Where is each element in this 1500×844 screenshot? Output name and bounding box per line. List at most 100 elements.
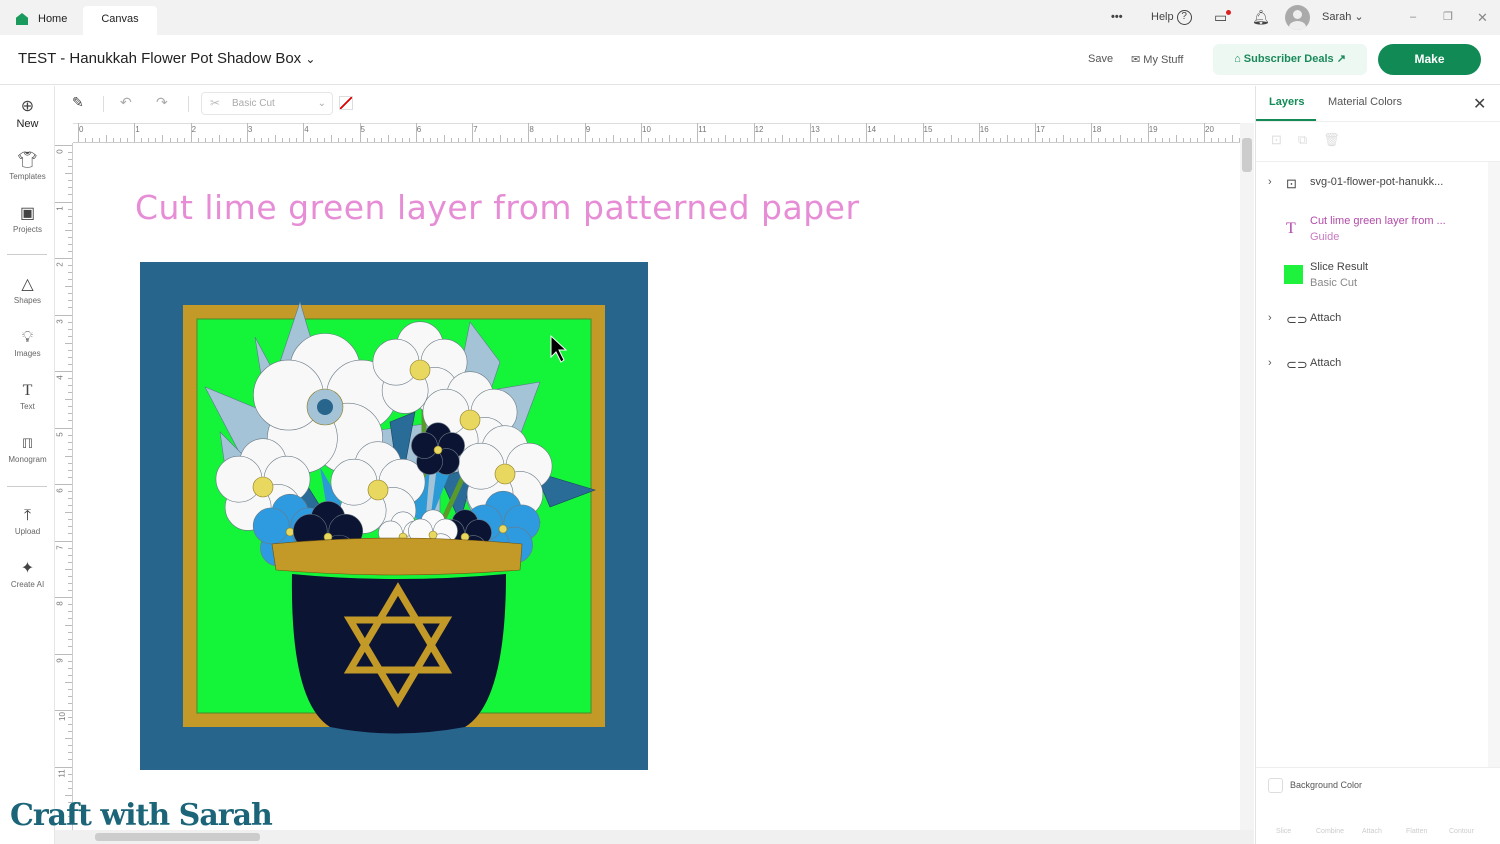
- sidebar-item-upload[interactable]: ⤒ Upload: [0, 507, 55, 536]
- ruler-tick: [134, 123, 136, 142]
- avatar[interactable]: [1285, 5, 1310, 30]
- ruler-tick: [65, 399, 72, 401]
- project-header: TEST - Hanukkah Flower Pot Shadow Box ⌄ …: [0, 35, 1500, 85]
- bottom-actions: Slice Combine Attach Flatten Contour: [1256, 804, 1500, 844]
- layer-guide-text[interactable]: T Cut lime green layer from ... Guide: [1256, 215, 1486, 247]
- chevron-right-icon[interactable]: ›: [1268, 357, 1272, 369]
- more-menu-button[interactable]: •••: [1111, 0, 1123, 35]
- ruler-tick: [68, 392, 72, 394]
- guide-text[interactable]: Cut lime green layer from patterned pape…: [135, 188, 860, 227]
- pot-body: [291, 574, 506, 734]
- ruler-tick: [68, 526, 72, 528]
- layer-attach[interactable]: › ⊂⊃ Attach: [1256, 357, 1486, 377]
- delete-icon[interactable]: 🗑︎: [1323, 132, 1356, 147]
- ruler-tick: [68, 759, 72, 761]
- group-icon[interactable]: ⊡: [1271, 132, 1298, 147]
- ruler-tick: [676, 138, 678, 142]
- my-stuff-button[interactable]: ✉ My Stuff: [1131, 53, 1183, 66]
- ruler-label: 3: [55, 318, 65, 324]
- ruler-tick: [584, 123, 586, 142]
- ruler-tick: [68, 180, 72, 182]
- project-title-dropdown[interactable]: TEST - Hanukkah Flower Pot Shadow Box ⌄: [18, 50, 315, 67]
- ruler-tick: [451, 138, 452, 142]
- sidebar-item-new[interactable]: ⊕ New: [0, 98, 55, 130]
- ruler-tick: [1161, 138, 1163, 142]
- ruler-tick: [866, 123, 868, 142]
- redo-icon[interactable]: ↷: [156, 94, 168, 111]
- flatten-button[interactable]: Flatten: [1406, 828, 1427, 835]
- ruler-tick: [68, 293, 72, 295]
- restore-button[interactable]: ❐: [1443, 0, 1453, 35]
- minimize-button[interactable]: –: [1410, 0, 1416, 35]
- slice-button[interactable]: Slice: [1276, 828, 1291, 835]
- craft-with-sarah-logo: Craft with Sarah: [10, 798, 273, 833]
- ruler-tick: [845, 138, 847, 142]
- sidebar-item-monogram[interactable]: ℿ Monogram: [0, 435, 55, 464]
- ruler-tick: [486, 138, 488, 142]
- duplicate-icon[interactable]: ⧉: [1298, 132, 1323, 147]
- scroll-thumb[interactable]: [1242, 138, 1252, 172]
- user-menu[interactable]: Sarah ⌄: [1322, 0, 1364, 35]
- ruler-tick: [55, 710, 72, 711]
- pencil-icon[interactable]: ✎: [72, 94, 84, 111]
- layer-group[interactable]: › ⊡ svg-01-flower-pot-hanukk...: [1256, 176, 1486, 196]
- ruler-tick: [619, 138, 621, 142]
- ruler-tick: [809, 123, 811, 142]
- sidebar-item-projects[interactable]: ▣ Projects: [0, 205, 55, 234]
- chevron-right-icon[interactable]: ›: [1268, 312, 1272, 324]
- tab-home[interactable]: Home: [12, 6, 67, 35]
- shadow-box-artwork[interactable]: [140, 262, 648, 770]
- bell-icon[interactable]: 🔔︎: [1252, 0, 1270, 35]
- ruler-tick: [68, 618, 72, 620]
- ruler-tick: [697, 123, 699, 142]
- undo-icon[interactable]: ↶: [120, 94, 132, 111]
- sidebar-label: Templates: [9, 172, 46, 181]
- ruler-tick: [68, 194, 72, 196]
- machine-icon[interactable]: ▭: [1214, 0, 1231, 35]
- chevron-down-icon: ⌄: [1354, 11, 1364, 23]
- close-window-button[interactable]: ✕: [1477, 0, 1488, 35]
- tab-layers[interactable]: Layers: [1269, 96, 1304, 108]
- attach-button[interactable]: Attach: [1362, 828, 1382, 835]
- subscriber-deals-button[interactable]: ⌂ Subscriber Deals ↗: [1213, 44, 1367, 75]
- ruler-tick: [239, 138, 241, 142]
- background-color-checkbox[interactable]: [1268, 778, 1283, 793]
- pot-rim: [271, 537, 523, 576]
- ruler-tick: [831, 138, 833, 142]
- ruler-tick: [65, 568, 72, 570]
- operation-select[interactable]: ✂ Basic Cut ⌄: [201, 92, 333, 115]
- ruler-tick: [957, 138, 959, 142]
- ruler-tick: [324, 138, 326, 142]
- close-icon[interactable]: ✕: [1473, 94, 1486, 114]
- no-color-swatch[interactable]: [339, 96, 353, 110]
- ruler-tick: [1182, 138, 1184, 142]
- help-circle-icon: ?: [1176, 9, 1192, 25]
- make-button[interactable]: Make: [1378, 44, 1481, 75]
- tab-canvas[interactable]: Canvas: [83, 6, 157, 35]
- layer-attach[interactable]: › ⊂⊃ Attach: [1256, 312, 1486, 332]
- panel-scrollbar[interactable]: [1488, 162, 1500, 767]
- layer-slice-result[interactable]: Slice Result Basic Cut: [1256, 261, 1486, 293]
- ruler-tick: [443, 135, 445, 142]
- sidebar-item-text[interactable]: T Text: [0, 382, 55, 411]
- ruler-tick: [415, 123, 417, 142]
- sidebar-item-templates[interactable]: 👕︎ Templates: [0, 152, 55, 181]
- sidebar-label: Shapes: [13, 296, 42, 305]
- help-button[interactable]: Help ?: [1151, 0, 1192, 35]
- scroll-thumb[interactable]: [95, 833, 260, 841]
- chevron-right-icon[interactable]: ›: [1268, 176, 1272, 188]
- sidebar-item-create-ai[interactable]: ✦ Create AI: [0, 560, 55, 589]
- sidebar-item-images[interactable]: 💡︎ Images: [0, 329, 55, 358]
- ruler-tick: [113, 138, 115, 142]
- contour-button[interactable]: Contour: [1449, 828, 1474, 835]
- layer-color-swatch[interactable]: [1284, 265, 1303, 284]
- combine-button[interactable]: Combine: [1316, 828, 1344, 835]
- ruler-tick: [68, 505, 72, 507]
- ruler-tick: [802, 138, 804, 142]
- ruler-tick: [55, 258, 72, 259]
- tab-material-colors[interactable]: Material Colors: [1328, 96, 1402, 108]
- vertical-scrollbar[interactable]: [1240, 123, 1254, 830]
- save-button[interactable]: Save: [1088, 53, 1113, 65]
- sidebar-label: Create AI: [10, 580, 45, 589]
- sidebar-item-shapes[interactable]: △ Shapes: [0, 276, 55, 305]
